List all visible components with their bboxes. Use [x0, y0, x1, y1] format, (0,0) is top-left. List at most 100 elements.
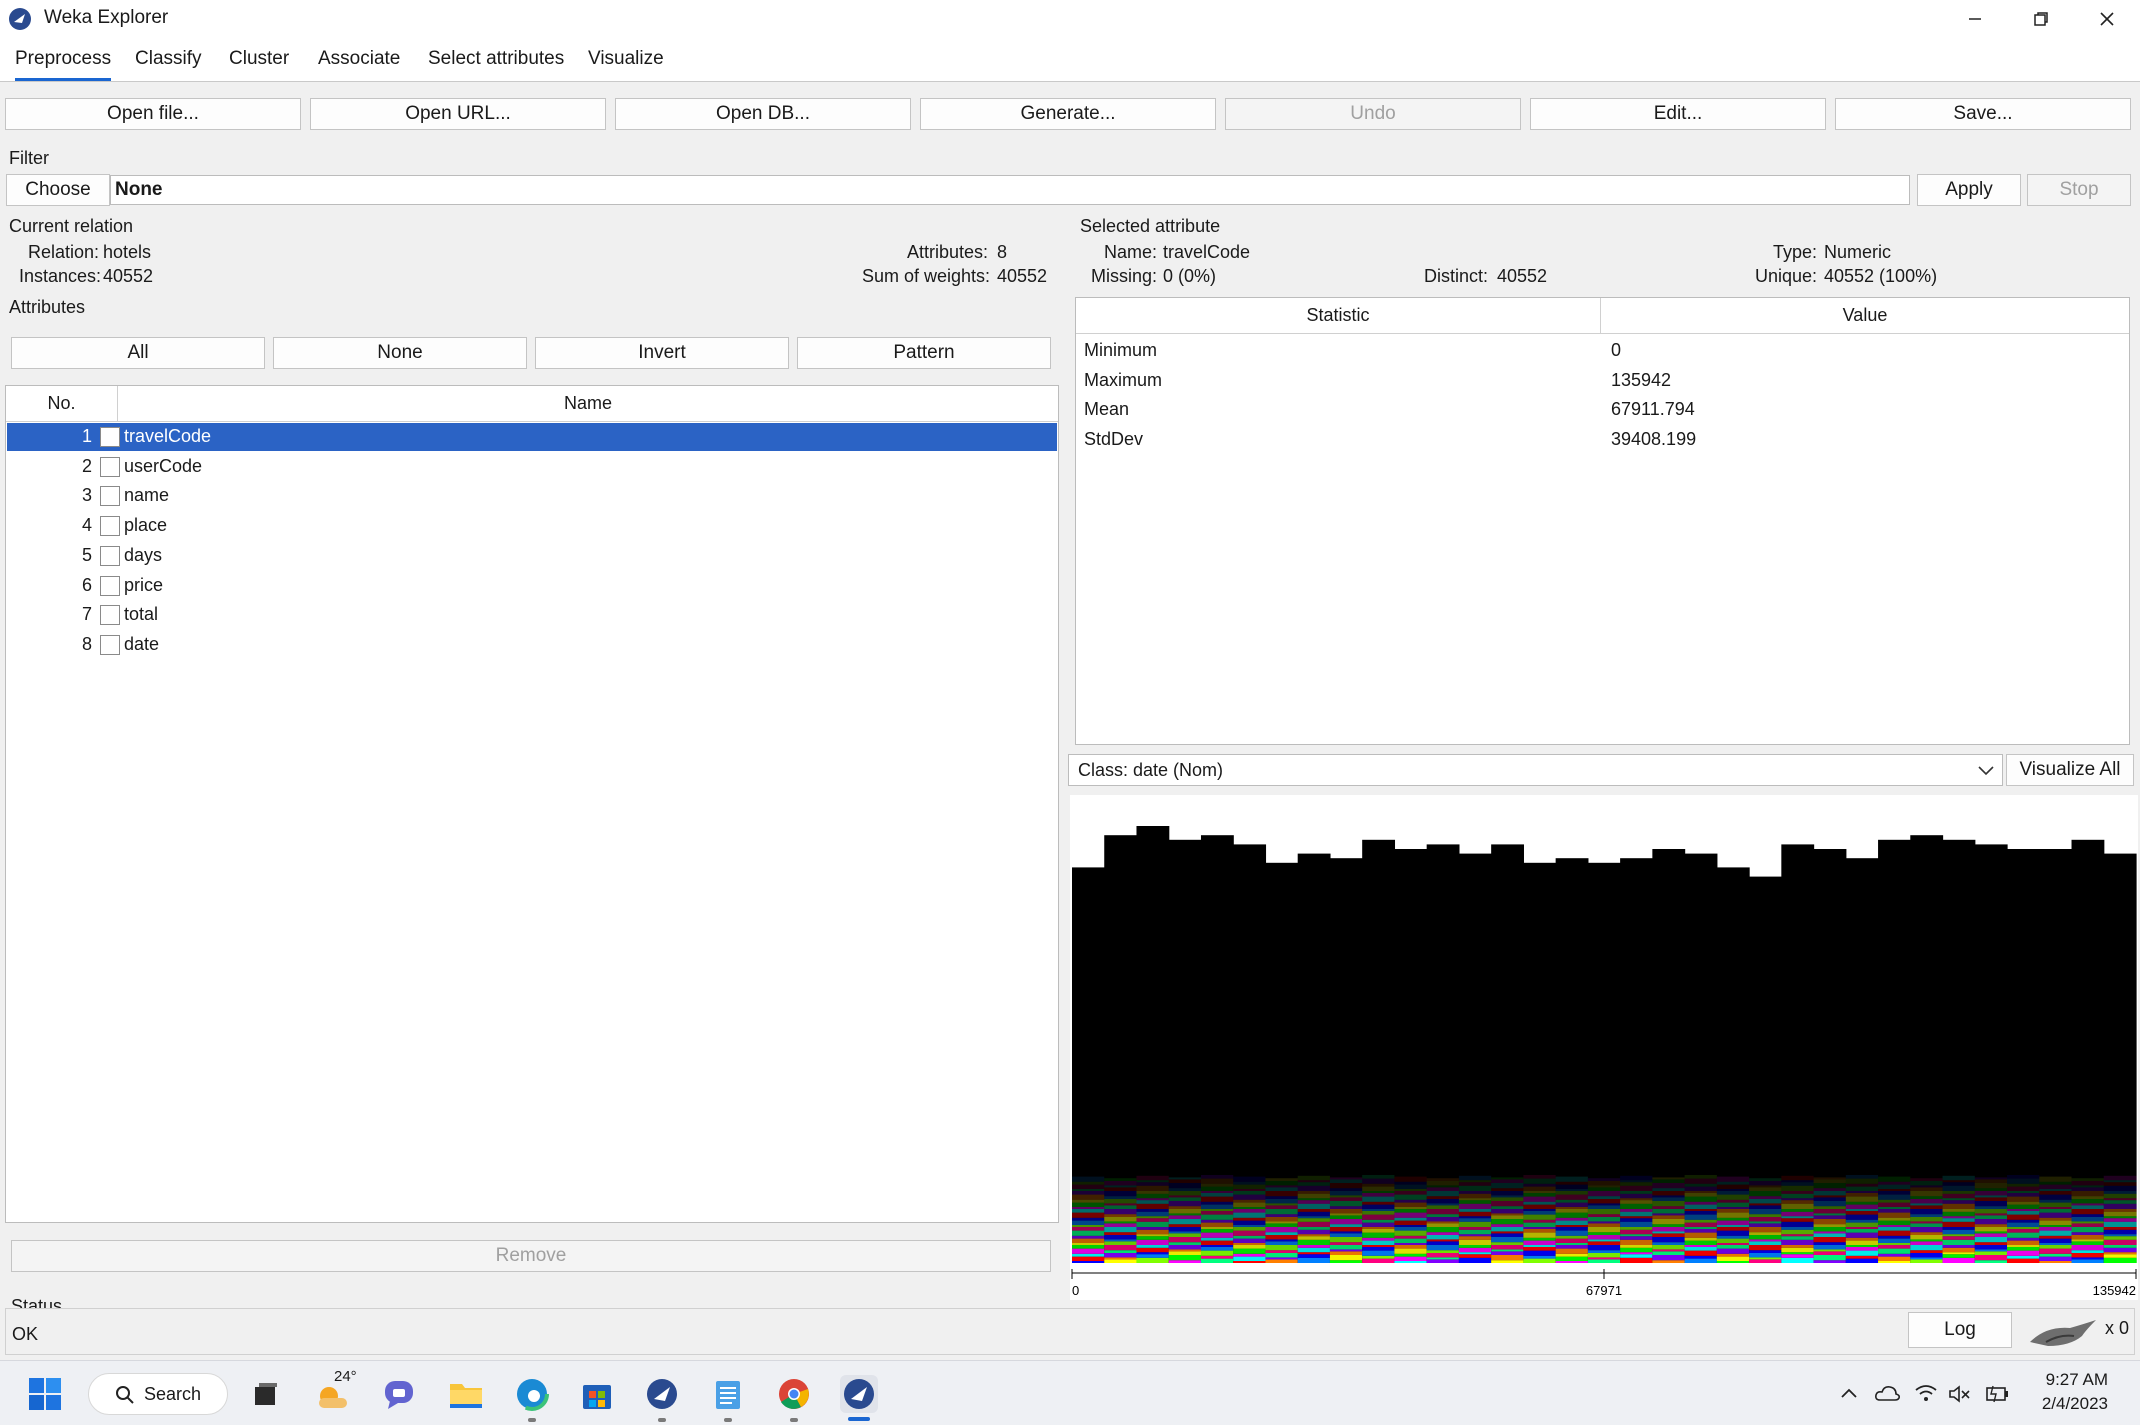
histogram-bar: [1104, 835, 1138, 1263]
sum-of-weights-value: 40552: [997, 266, 1048, 286]
tab-preprocess[interactable]: Preprocess: [15, 48, 112, 81]
attribute-row-date[interactable]: 8 date: [7, 631, 1057, 659]
tab-associate[interactable]: Associate: [318, 48, 400, 78]
tab-cluster[interactable]: Cluster: [229, 48, 289, 78]
stat-row-stddev[interactable]: StdDev 39408.199: [1084, 427, 2124, 455]
attr-name-label: Name:: [1104, 242, 1158, 262]
histogram-bar: [1072, 867, 1105, 1263]
search-icon: [116, 1386, 134, 1404]
column-header-no[interactable]: No.: [6, 386, 118, 422]
column-header-statistic[interactable]: Statistic: [1076, 298, 1601, 334]
chevron-up-icon[interactable]: [1840, 1386, 1858, 1400]
battery-icon[interactable]: [1984, 1384, 2010, 1404]
apply-button[interactable]: Apply: [1917, 174, 2021, 206]
attribute-checkbox[interactable]: [100, 575, 120, 596]
attribute-checkbox[interactable]: [100, 486, 120, 507]
attribute-number: 5: [81, 544, 92, 565]
status-bar: OK: [5, 1308, 2135, 1355]
open-file-button[interactable]: Open file...: [5, 98, 301, 130]
restore-button[interactable]: [2009, 0, 2073, 38]
histogram-bar: [1523, 862, 1557, 1263]
undo-button[interactable]: Undo: [1225, 98, 1521, 130]
stop-button[interactable]: Stop: [2027, 174, 2131, 206]
weka-gui-chooser-button[interactable]: [643, 1375, 681, 1413]
tab-select-attributes[interactable]: Select attributes: [428, 48, 564, 78]
edit-button[interactable]: Edit...: [1530, 98, 1826, 130]
attribute-checkbox[interactable]: [100, 456, 120, 477]
save-button[interactable]: Save...: [1835, 98, 2131, 130]
generate-button[interactable]: Generate...: [920, 98, 1216, 130]
histogram-bar: [1297, 853, 1331, 1263]
attribute-checkbox[interactable]: [100, 516, 120, 537]
log-button[interactable]: Log: [1908, 1312, 2012, 1348]
class-select[interactable]: Class: date (Nom): [1068, 754, 2003, 786]
pattern-button[interactable]: Pattern: [797, 337, 1051, 369]
stat-row-mean[interactable]: Mean 67911.794: [1084, 397, 2124, 425]
filter-field[interactable]: None: [110, 175, 1910, 205]
attribute-row-place[interactable]: 4 place: [7, 512, 1057, 540]
attribute-name: travelCode: [124, 426, 212, 446]
histogram-bar: [1329, 858, 1363, 1263]
open-db-button[interactable]: Open DB...: [615, 98, 911, 130]
wifi-icon[interactable]: [1914, 1383, 1938, 1403]
notepad-button[interactable]: [709, 1375, 747, 1413]
axis-min-label: 0: [1072, 1283, 1079, 1298]
histogram-bar: [1716, 867, 1750, 1263]
running-indicator: [528, 1418, 536, 1422]
minimize-icon: [1969, 18, 1981, 20]
invert-selection-button[interactable]: Invert: [535, 337, 789, 369]
stat-row-minimum[interactable]: Minimum 0: [1084, 338, 2124, 366]
taskbar-search-box[interactable]: Search: [88, 1373, 228, 1415]
chrome-browser-button[interactable]: [775, 1375, 813, 1413]
attribute-row-total[interactable]: 7 total: [7, 601, 1057, 629]
attribute-checkbox[interactable]: [100, 427, 120, 447]
column-header-name[interactable]: Name: [118, 386, 1058, 422]
clock-time[interactable]: 9:27 AM: [2038, 1370, 2108, 1390]
microsoft-store-button[interactable]: [578, 1375, 616, 1413]
file-explorer-button[interactable]: [447, 1375, 485, 1413]
relation-value: hotels: [103, 242, 152, 262]
weather-temperature: 24°: [334, 1368, 357, 1385]
attribute-checkbox[interactable]: [100, 605, 120, 626]
attribute-row-price[interactable]: 6 price: [7, 572, 1057, 600]
attribute-row-days[interactable]: 5 days: [7, 542, 1057, 570]
weka-explorer-taskbar-button[interactable]: [840, 1375, 878, 1413]
column-header-value[interactable]: Value: [1601, 298, 2129, 334]
stat-key: Mean: [1084, 399, 1130, 419]
close-button[interactable]: [2075, 0, 2139, 38]
clock-date[interactable]: 2/4/2023: [2028, 1394, 2108, 1414]
attribute-checkbox[interactable]: [100, 634, 120, 655]
attribute-row-name[interactable]: 3 name: [7, 482, 1057, 510]
visualize-all-button[interactable]: Visualize All: [2006, 754, 2134, 786]
attribute-checkbox[interactable]: [100, 545, 120, 566]
attr-distinct-value: 40552: [1497, 266, 1548, 286]
chevron-down-icon: [1978, 766, 1994, 776]
running-indicator: [790, 1418, 798, 1422]
select-all-button[interactable]: All: [11, 337, 265, 369]
instances-label: Instances:: [19, 266, 102, 286]
choose-filter-button[interactable]: Choose: [6, 174, 110, 206]
attr-unique-value: 40552 (100%): [1824, 266, 1938, 286]
tab-classify[interactable]: Classify: [135, 48, 202, 78]
histogram-bar: [1136, 826, 1170, 1263]
edge-browser-button[interactable]: [513, 1375, 551, 1413]
task-view-button[interactable]: [247, 1375, 285, 1413]
tab-visualize[interactable]: Visualize: [588, 48, 664, 78]
status-text: OK: [12, 1324, 39, 1344]
attribute-name: date: [124, 633, 160, 654]
statistics-table[interactable]: Statistic Value Minimum 0 Maximum 135942…: [1075, 297, 2130, 745]
open-url-button[interactable]: Open URL...: [310, 98, 606, 130]
histogram-bar: [2039, 849, 2073, 1263]
chat-app-button[interactable]: [380, 1375, 418, 1413]
remove-button[interactable]: Remove: [11, 1240, 1051, 1272]
minimize-button[interactable]: [1943, 0, 2007, 38]
onedrive-cloud-icon[interactable]: [1874, 1384, 1900, 1402]
attribute-row-travelCode[interactable]: 1 travelCode: [7, 423, 1057, 451]
select-none-button[interactable]: None: [273, 337, 527, 369]
sum-of-weights-label: Sum of weights:: [862, 266, 991, 286]
start-button[interactable]: [26, 1375, 64, 1413]
attributes-table[interactable]: No. Name 1 travelCode 2 userCode 3 name 4 place…: [5, 385, 1059, 1223]
stat-row-maximum[interactable]: Maximum 135942: [1084, 368, 2124, 396]
attribute-row-userCode[interactable]: 2 userCode: [7, 453, 1057, 481]
speaker-muted-icon[interactable]: [1948, 1384, 1972, 1404]
